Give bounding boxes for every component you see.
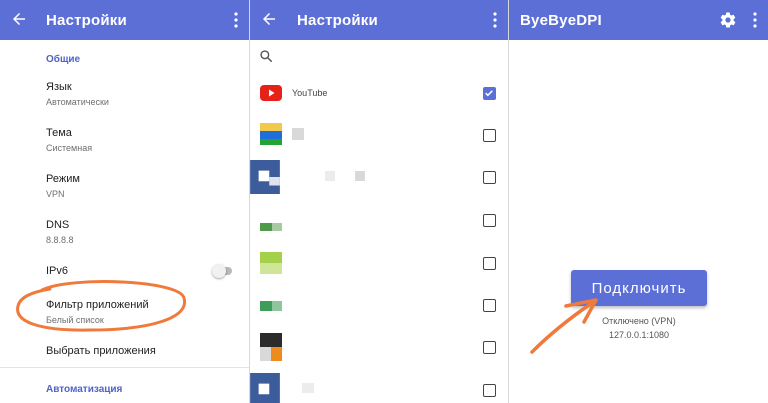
redacted-app-name bbox=[325, 171, 335, 181]
back-arrow-icon[interactable] bbox=[260, 10, 278, 28]
setting-value: Автоматически bbox=[46, 97, 109, 107]
app-checkbox[interactable] bbox=[483, 171, 496, 184]
setting-value: VPN bbox=[46, 189, 65, 199]
section-general-header: Общие bbox=[46, 54, 81, 65]
app-name: YouTube bbox=[292, 88, 328, 98]
ipv6-toggle[interactable] bbox=[212, 264, 232, 278]
more-vert-icon[interactable] bbox=[492, 12, 498, 28]
app-checkbox[interactable] bbox=[483, 129, 496, 142]
toggle-knob bbox=[212, 264, 226, 278]
settings-screen: Настройки Общие Язык Автоматически Тема … bbox=[0, 0, 249, 403]
setting-title: Фильтр приложений bbox=[46, 299, 149, 311]
connection-status: Отключено (VPN) bbox=[602, 316, 676, 326]
app-row[interactable] bbox=[250, 115, 508, 157]
page-title: Настройки bbox=[46, 12, 127, 29]
setting-title: Тема bbox=[46, 127, 72, 139]
app-checkbox[interactable] bbox=[483, 257, 496, 270]
connect-button[interactable]: Подключить bbox=[571, 270, 707, 306]
checkmark-icon bbox=[485, 90, 493, 97]
app-icon bbox=[260, 252, 282, 274]
app-bar: Настройки bbox=[250, 0, 508, 40]
app-icon bbox=[250, 373, 280, 403]
setting-title: Язык bbox=[46, 81, 72, 93]
setting-title: Выбрать приложения bbox=[46, 345, 156, 357]
more-vert-icon[interactable] bbox=[233, 12, 239, 28]
app-bar: ByeByeDPI bbox=[509, 0, 768, 40]
section-automation-header: Автоматизация bbox=[46, 384, 123, 395]
app-checkbox[interactable] bbox=[483, 341, 496, 354]
app-row[interactable] bbox=[250, 200, 508, 242]
setting-value: 8.8.8.8 bbox=[46, 235, 74, 245]
app-icon bbox=[260, 123, 282, 145]
setting-value: Белый список bbox=[46, 315, 104, 325]
youtube-icon bbox=[260, 85, 282, 101]
page-title: Настройки bbox=[297, 12, 378, 29]
redacted-app-name bbox=[355, 171, 365, 181]
divider bbox=[0, 367, 249, 368]
setting-dns[interactable]: DNS 8.8.8.8 bbox=[46, 219, 241, 246]
app-checkbox[interactable] bbox=[483, 384, 496, 397]
app-icon bbox=[260, 223, 282, 231]
back-arrow-icon[interactable] bbox=[10, 10, 28, 28]
more-vert-icon[interactable] bbox=[752, 12, 758, 28]
app-row[interactable] bbox=[250, 370, 508, 403]
app-row[interactable] bbox=[250, 243, 508, 285]
setting-title: DNS bbox=[46, 219, 70, 231]
setting-app-filter[interactable]: Фильтр приложений Белый список bbox=[46, 299, 241, 326]
app-row[interactable] bbox=[250, 327, 508, 369]
app-row-youtube[interactable]: YouTube bbox=[250, 73, 508, 115]
app-selection-screen: Настройки YouTube bbox=[250, 0, 508, 403]
setting-value: Системная bbox=[46, 143, 93, 153]
app-icon bbox=[260, 301, 282, 311]
app-icon bbox=[250, 160, 280, 194]
app-checkbox[interactable] bbox=[483, 87, 496, 100]
gear-icon[interactable] bbox=[719, 11, 737, 29]
proxy-address: 127.0.0.1:1080 bbox=[608, 330, 670, 340]
redacted-app-name bbox=[292, 128, 304, 140]
setting-mode[interactable]: Режим VPN bbox=[46, 173, 241, 200]
app-title: ByeByeDPI bbox=[520, 12, 602, 29]
redacted-app-name bbox=[302, 383, 314, 393]
main-screen: ByeByeDPI bbox=[509, 0, 768, 403]
setting-theme[interactable]: Тема Системная bbox=[46, 127, 241, 154]
setting-title: Режим bbox=[46, 173, 80, 185]
app-bar: Настройки bbox=[0, 0, 249, 40]
search-icon[interactable] bbox=[259, 49, 273, 63]
app-row[interactable] bbox=[250, 285, 508, 327]
setting-select-apps[interactable]: Выбрать приложения bbox=[46, 345, 241, 358]
app-row[interactable] bbox=[250, 157, 508, 199]
app-checkbox[interactable] bbox=[483, 299, 496, 312]
app-icon bbox=[260, 333, 282, 361]
app-checkbox[interactable] bbox=[483, 214, 496, 227]
setting-language[interactable]: Язык Автоматически bbox=[46, 81, 241, 108]
